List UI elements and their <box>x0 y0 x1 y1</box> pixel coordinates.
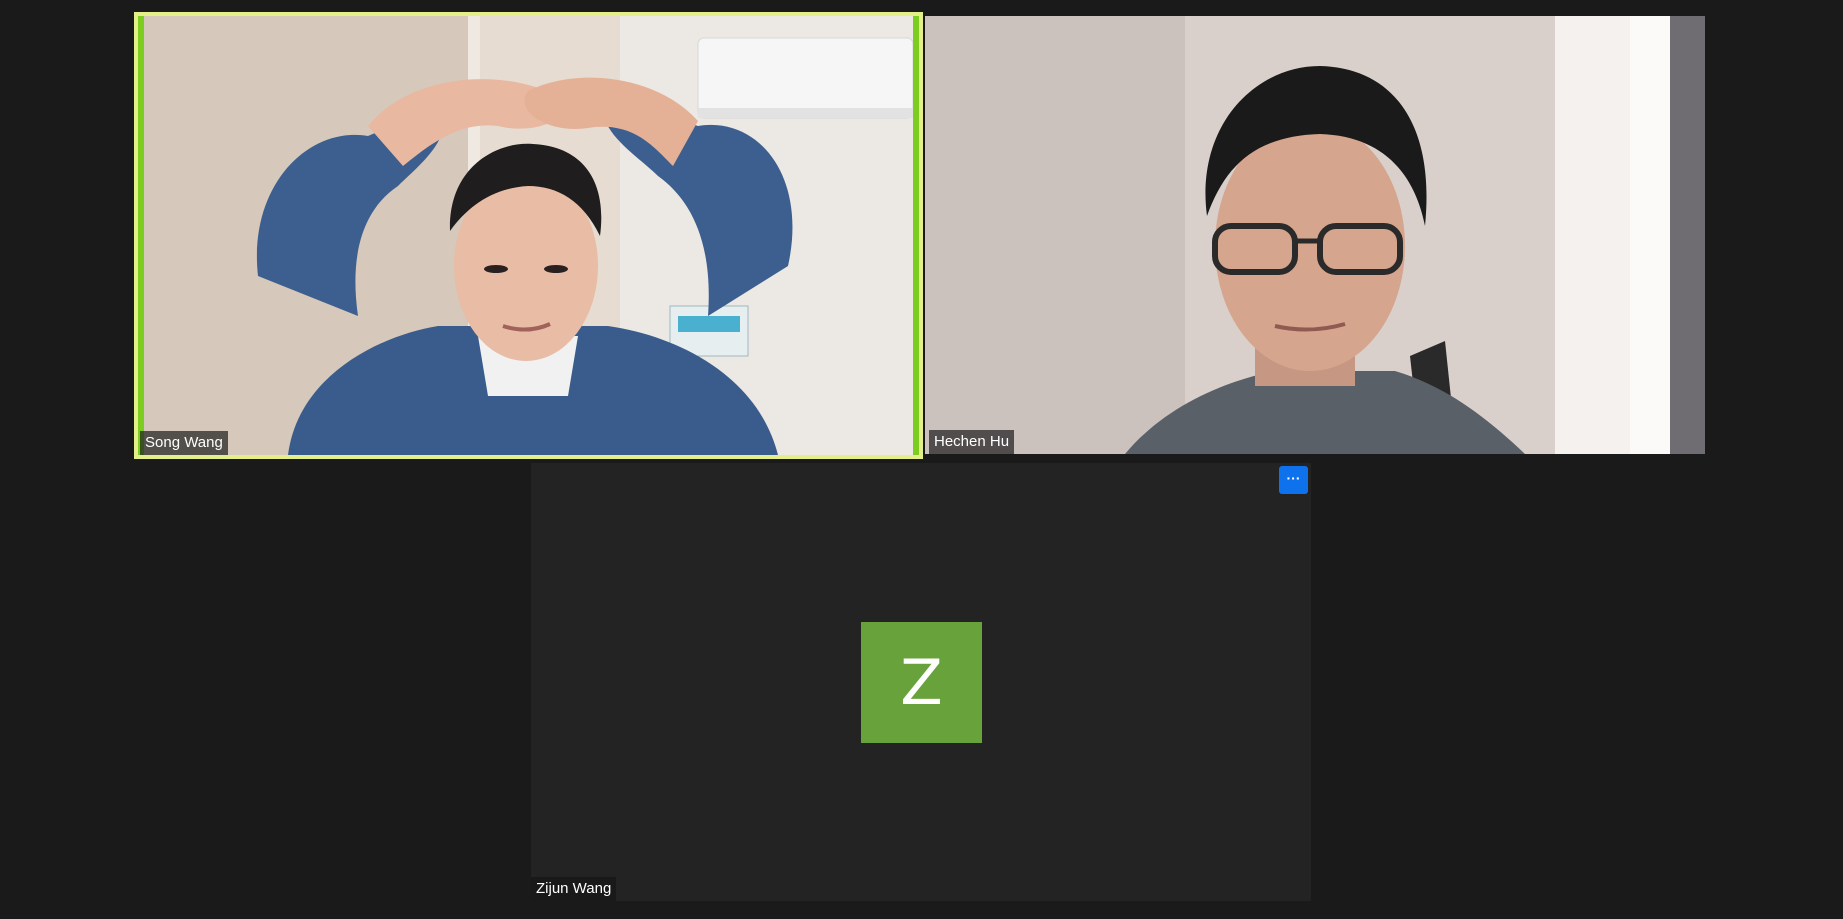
participant-name-label: Zijun Wang <box>531 877 617 901</box>
video-feed <box>925 16 1705 454</box>
video-tile-hechen-hu[interactable]: Hechen Hu <box>925 16 1705 454</box>
video-tile-zijun-wang[interactable]: ··· Z Zijun Wang <box>531 463 1311 901</box>
speaker-accent-right <box>913 16 919 455</box>
participant-name-label: Hechen Hu <box>929 430 1015 454</box>
video-feed <box>138 16 919 455</box>
video-tile-song-wang[interactable]: Song Wang <box>134 12 923 459</box>
gallery-view: Song Wang Hechen Hu ··· Z Zijun Wang <box>0 0 1843 919</box>
avatar: Z <box>861 622 982 743</box>
participant-name-label: Song Wang <box>140 431 228 455</box>
more-options-button[interactable]: ··· <box>1279 466 1308 494</box>
speaker-accent-left <box>138 16 144 455</box>
